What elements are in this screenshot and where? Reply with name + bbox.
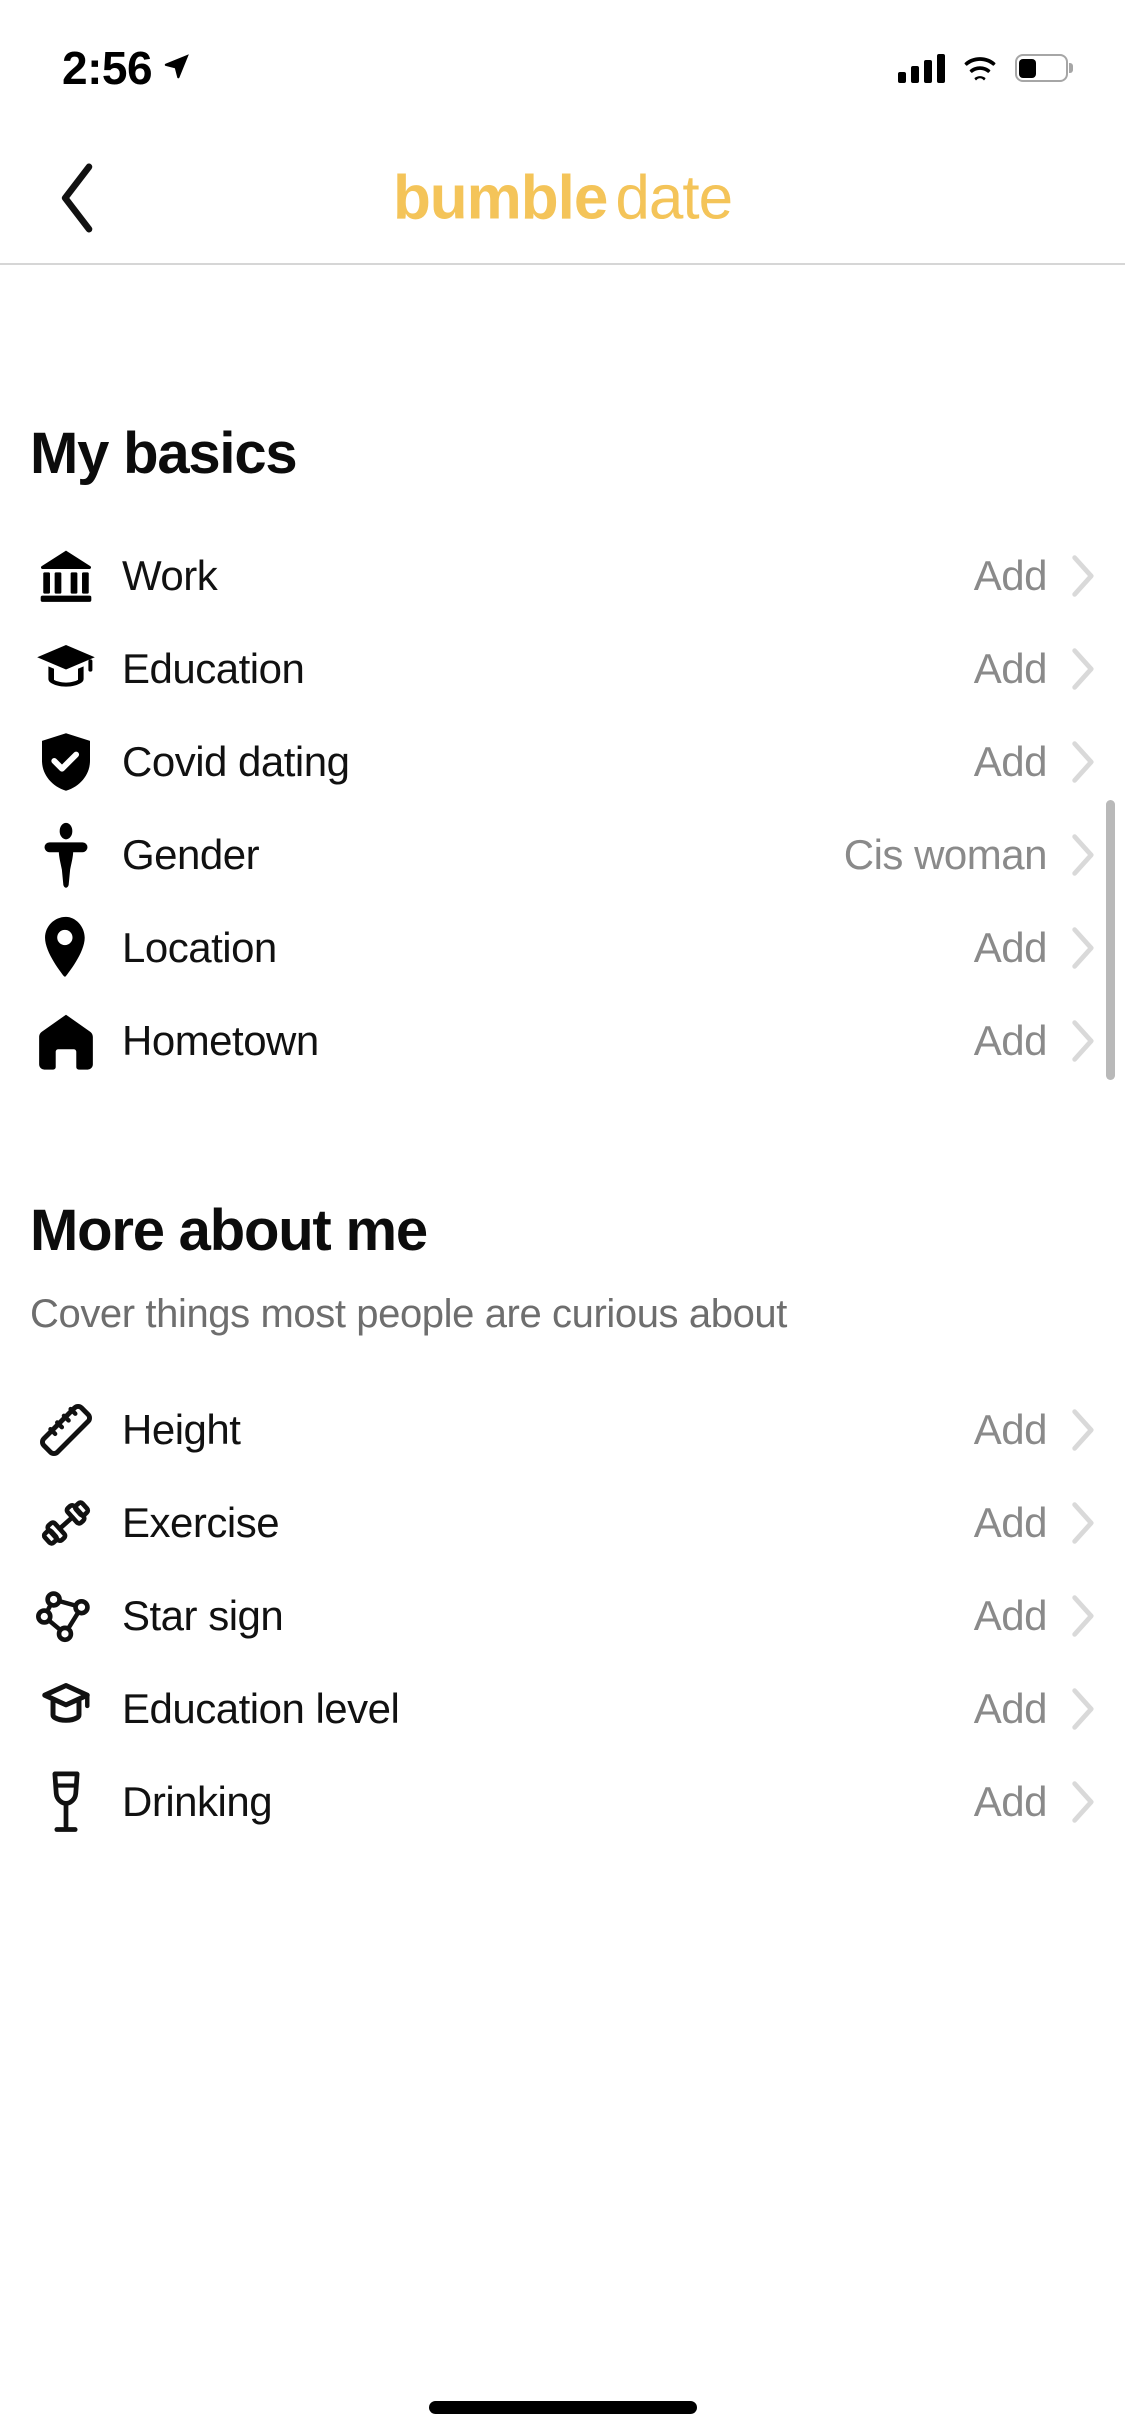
row-label: Gender xyxy=(122,830,260,878)
shield-check-icon xyxy=(30,726,102,798)
status-bar-left: 2:56 xyxy=(62,41,192,91)
row-gender[interactable]: Gender Cis woman xyxy=(0,808,1125,901)
nav-bar: bumble date xyxy=(0,132,1125,263)
wifi-icon xyxy=(964,57,996,81)
row-label: Height xyxy=(122,1405,241,1453)
row-value: Add xyxy=(973,551,1048,599)
person-icon xyxy=(30,819,102,891)
row-label: Work xyxy=(122,551,218,599)
house-icon xyxy=(30,1005,102,1077)
bank-icon xyxy=(30,540,102,612)
row-value: Add xyxy=(973,1016,1048,1064)
row-drinking[interactable]: Drinking Add xyxy=(0,1755,1125,1848)
section-title-more-about-me: More about me xyxy=(30,1198,428,1263)
chevron-right-icon xyxy=(1069,1687,1095,1731)
chevron-right-icon xyxy=(1069,554,1095,598)
chevron-right-icon xyxy=(1069,647,1095,691)
row-work[interactable]: Work Add xyxy=(0,529,1125,622)
row-value: Add xyxy=(973,1591,1048,1639)
row-height[interactable]: Height Add xyxy=(0,1383,1125,1476)
chevron-right-icon xyxy=(1069,926,1095,970)
row-value: Add xyxy=(973,923,1048,971)
row-label: Star sign xyxy=(122,1591,284,1639)
app-brand-title: bumble date xyxy=(0,162,1125,233)
row-label: Education level xyxy=(122,1684,400,1732)
row-location[interactable]: Location Add xyxy=(0,901,1125,994)
status-bar-time: 2:56 xyxy=(62,42,153,94)
my-basics-rows: Work Add Education Add Covid dating Add … xyxy=(0,529,1125,1087)
chevron-right-icon xyxy=(1069,740,1095,784)
battery-icon xyxy=(1015,54,1073,82)
row-label: Covid dating xyxy=(122,737,350,785)
row-value: Add xyxy=(973,644,1048,692)
graduation-cap-outline-icon xyxy=(30,1673,102,1745)
row-education-level[interactable]: Education level Add xyxy=(0,1662,1125,1755)
row-value: Add xyxy=(973,737,1048,785)
row-value: Add xyxy=(973,1684,1048,1732)
status-bar: 2:56 xyxy=(0,0,1125,132)
row-value: Add xyxy=(973,1405,1048,1453)
location-arrow-icon xyxy=(164,54,189,79)
wine-glass-icon xyxy=(30,1766,102,1838)
chevron-right-icon xyxy=(1069,1780,1095,1824)
graduation-cap-filled-icon xyxy=(30,633,102,705)
scrollbar-thumb[interactable] xyxy=(1106,800,1115,1080)
home-indicator xyxy=(428,2401,697,2414)
dumbbell-icon xyxy=(30,1487,102,1559)
section-subtitle-more-about-me: Cover things most people are curious abo… xyxy=(30,1292,787,1336)
brand-secondary: date xyxy=(615,163,733,232)
row-label: Location xyxy=(122,923,277,971)
brand-primary: bumble xyxy=(392,163,608,232)
cellular-signal-icon xyxy=(898,53,945,83)
profile-scroll-content[interactable]: My basics Work Add Education Add Covid d… xyxy=(0,265,1125,2436)
row-star-sign[interactable]: Star sign Add xyxy=(0,1569,1125,1662)
chevron-right-icon xyxy=(1069,1408,1095,1452)
row-education[interactable]: Education Add xyxy=(0,622,1125,715)
chevron-right-icon xyxy=(1069,1019,1095,1063)
map-pin-icon xyxy=(30,912,102,984)
constellation-icon xyxy=(30,1580,102,1652)
status-bar-right xyxy=(898,49,1073,83)
row-label: Drinking xyxy=(122,1777,273,1825)
row-label: Hometown xyxy=(122,1016,319,1064)
row-exercise[interactable]: Exercise Add xyxy=(0,1476,1125,1569)
row-covid-dating[interactable]: Covid dating Add xyxy=(0,715,1125,808)
row-value: Add xyxy=(973,1777,1048,1825)
ruler-icon xyxy=(30,1394,102,1466)
row-hometown[interactable]: Hometown Add xyxy=(0,994,1125,1087)
phone-screen: 2:56 bumble date My basics Work Add Educ… xyxy=(0,0,1125,2436)
row-label: Education xyxy=(122,644,305,692)
chevron-right-icon xyxy=(1069,1594,1095,1638)
more-about-me-rows: Height Add Exercise Add Star sign Add Ed… xyxy=(0,1383,1125,1848)
row-value: Add xyxy=(973,1498,1048,1546)
row-value: Cis woman xyxy=(843,830,1048,878)
section-title-my-basics: My basics xyxy=(30,421,298,486)
row-label: Exercise xyxy=(122,1498,280,1546)
chevron-right-icon xyxy=(1069,1501,1095,1545)
chevron-right-icon xyxy=(1069,833,1095,877)
